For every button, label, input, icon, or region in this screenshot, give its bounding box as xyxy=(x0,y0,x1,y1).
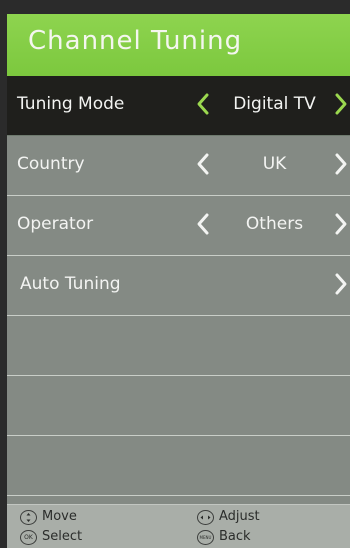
menu-row-tuning-mode[interactable]: Tuning Mode Digital TV xyxy=(7,76,350,136)
chevron-left-icon[interactable] xyxy=(196,152,210,176)
hint-select-label: Select xyxy=(42,529,83,544)
chevron-right-icon[interactable] xyxy=(334,212,348,236)
empty-row xyxy=(7,436,350,496)
tuning-mode-value: Digital TV xyxy=(233,94,316,114)
chevron-right-icon[interactable] xyxy=(334,272,348,296)
menu-button-icon: MENU xyxy=(197,530,214,545)
dpad-updown-icon xyxy=(20,510,37,525)
chevron-left-icon[interactable] xyxy=(196,212,210,236)
ok-button-icon: OK xyxy=(20,530,37,545)
key-hint-bar: Move Adjust OK Select MENU Back xyxy=(7,504,350,548)
channel-tuning-menu: Channel Tuning Tuning Mode Digital TV Co… xyxy=(7,14,350,548)
hint-back-label: Back xyxy=(219,529,251,544)
hint-move-label: Move xyxy=(42,509,77,524)
chevron-right-icon[interactable] xyxy=(334,92,348,116)
country-label: Country xyxy=(17,154,85,174)
menu-title: Channel Tuning xyxy=(28,26,243,56)
empty-row xyxy=(7,316,350,376)
menu-row-operator[interactable]: Operator Others xyxy=(7,196,350,256)
tv-screen: Channel Tuning Tuning Mode Digital TV Co… xyxy=(0,0,350,548)
chevron-left-icon[interactable] xyxy=(196,92,210,116)
auto-tuning-label: Auto Tuning xyxy=(20,274,121,294)
menu-row-country[interactable]: Country UK xyxy=(7,136,350,196)
empty-row xyxy=(7,376,350,436)
hint-adjust-label: Adjust xyxy=(219,509,260,524)
menu-row-auto-tuning[interactable]: Auto Tuning xyxy=(7,256,350,316)
operator-label: Operator xyxy=(17,214,94,234)
menu-header: Channel Tuning xyxy=(7,14,350,76)
chevron-right-icon[interactable] xyxy=(334,152,348,176)
dpad-leftright-icon xyxy=(197,510,214,525)
country-value: UK xyxy=(262,154,287,174)
tuning-mode-label: Tuning Mode xyxy=(17,94,125,114)
operator-value: Others xyxy=(245,214,304,234)
